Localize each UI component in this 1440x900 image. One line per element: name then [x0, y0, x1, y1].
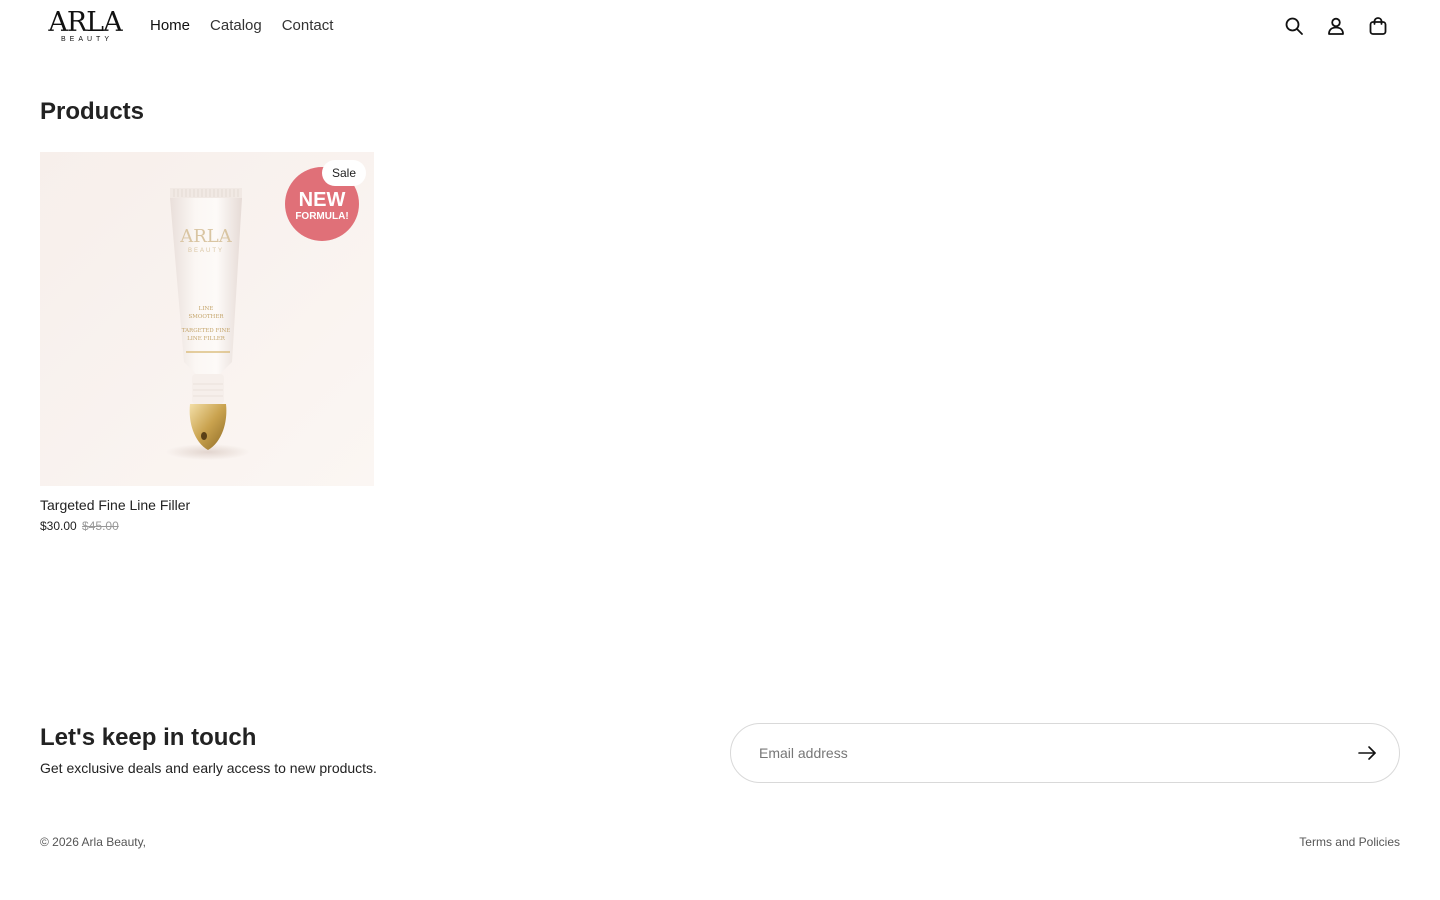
- sticker-line-2: FORMULA!: [295, 211, 348, 222]
- tube-brand-text: ARLA: [179, 226, 233, 247]
- tube-brand-sub-text: BEAUTY: [188, 248, 224, 254]
- tube-line-2: SMOOTHER: [188, 314, 224, 320]
- arrow-right-icon[interactable]: [1355, 741, 1379, 765]
- newsletter-section: Let's keep in touch Get exclusive deals …: [40, 722, 720, 778]
- tube-line-4: LINE FILLER: [187, 336, 226, 342]
- account-icon[interactable]: [1324, 14, 1348, 38]
- copyright-text: © 2026 Arla Beauty,: [40, 835, 147, 849]
- sale-badge: Sale: [321, 160, 366, 186]
- header-actions: [1282, 14, 1390, 38]
- product-photo: ARLA BEAUTY LINE SMOOTHER TARGETED FINE …: [40, 152, 374, 486]
- brand-logo[interactable]: ARLA BEAUTY: [40, 9, 130, 43]
- sale-price: $30.00: [40, 519, 77, 533]
- price-row: $30.00 $45.00: [40, 518, 374, 534]
- compare-price: $45.00: [82, 519, 119, 533]
- tube-line-1: LINE: [199, 306, 214, 312]
- product-name[interactable]: Targeted Fine Line Filler: [40, 496, 374, 514]
- product-card[interactable]: Sale ARLA BEAUTY LINE SMOOTHER TARGETED …: [40, 152, 374, 534]
- newsletter-form: [730, 723, 1400, 783]
- search-icon[interactable]: [1282, 14, 1306, 38]
- sticker-line-1: NEW: [299, 189, 346, 211]
- nav-item-home[interactable]: Home: [150, 16, 190, 36]
- nav-item-catalog[interactable]: Catalog: [210, 16, 262, 36]
- page-title: Products: [40, 98, 145, 125]
- cart-icon[interactable]: [1366, 14, 1390, 38]
- header-left: ARLA BEAUTY Home Catalog Contact: [40, 9, 333, 43]
- newsletter-title: Let's keep in touch: [40, 724, 257, 751]
- terms-and-policies-link[interactable]: Terms and Policies: [1299, 834, 1400, 850]
- newsletter-subtitle: Get exclusive deals and early access to …: [40, 760, 377, 776]
- logo-wordmark: ARLA: [48, 6, 122, 38]
- email-input[interactable]: [759, 745, 1355, 761]
- nav-item-contact[interactable]: Contact: [282, 16, 334, 36]
- main-nav: Home Catalog Contact: [150, 16, 333, 36]
- site-header: ARLA BEAUTY Home Catalog Contact: [40, 0, 1400, 52]
- tube-line-3: TARGETED FINE: [182, 328, 231, 334]
- product-image[interactable]: Sale ARLA BEAUTY LINE SMOOTHER TARGETED …: [40, 152, 374, 486]
- logo-subtitle: BEAUTY: [60, 35, 113, 43]
